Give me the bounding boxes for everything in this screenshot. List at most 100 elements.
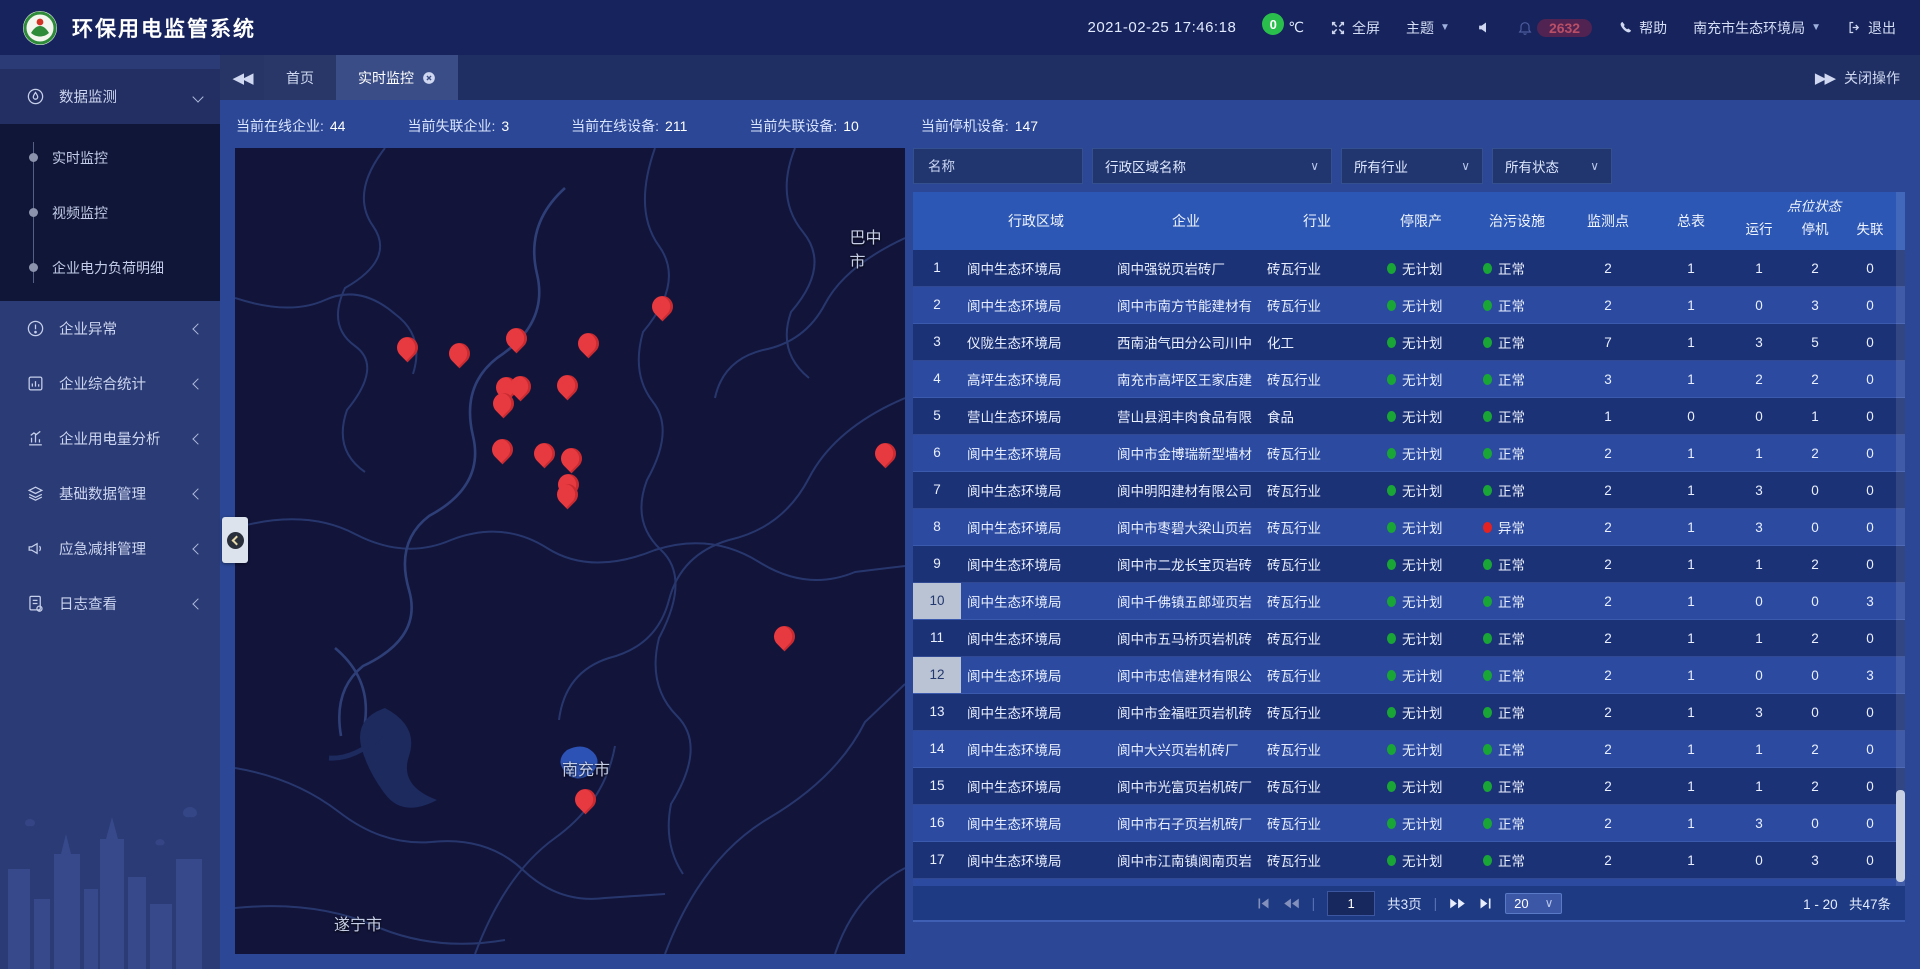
last-page-button[interactable] xyxy=(1478,897,1493,910)
table-row[interactable]: 4高坪生态环境局南充市高坪区王家店建砖瓦行业无计划正常31220 xyxy=(913,361,1905,398)
sidebar-item-0[interactable]: 数据监测 xyxy=(0,69,220,124)
page-size-select[interactable]: 20 ∨ xyxy=(1505,893,1562,914)
table-row[interactable]: 7阆中生态环境局阆中明阳建材有限公司砖瓦行业无计划正常21300 xyxy=(913,472,1905,509)
tabs-scroll-left-button[interactable]: ◀◀ xyxy=(220,55,264,100)
cell-monitor-count: 2 xyxy=(1565,779,1651,794)
stop-status-label: 无计划 xyxy=(1402,702,1443,722)
theme-dropdown[interactable]: 主题 ▼ xyxy=(1406,18,1450,38)
table-row[interactable]: 9阆中生态环境局阆中市二龙长宝页岩砖砖瓦行业无计划正常21120 xyxy=(913,546,1905,583)
name-search-input[interactable] xyxy=(926,158,1070,175)
sidebar-subitem-1[interactable]: 视频监控 xyxy=(0,185,220,240)
sidebar-item-2[interactable]: 企业综合统计 xyxy=(0,356,220,411)
cell-stop-status: 无计划 xyxy=(1373,480,1469,500)
cell-monitor-count: 2 xyxy=(1565,446,1651,461)
stat-label: 当前失联企业: xyxy=(407,118,495,134)
stat-value: 44 xyxy=(330,118,346,134)
next-page-icon xyxy=(1449,897,1466,910)
next-page-button[interactable] xyxy=(1449,897,1466,910)
sidebar-item-5[interactable]: 应急减排管理 xyxy=(0,521,220,576)
cell-company: 西南油气田分公司川中 xyxy=(1111,332,1261,352)
cell-stop-status: 无计划 xyxy=(1373,295,1469,315)
cell-company: 阆中市二龙长宝页岩砖 xyxy=(1111,554,1261,574)
stat-item-3: 当前失联设备:10 xyxy=(749,116,858,136)
cell-halt-count: 2 xyxy=(1787,631,1843,646)
cell-monitor-count: 2 xyxy=(1565,668,1651,683)
cell-total-meter: 1 xyxy=(1651,742,1731,757)
notifications-button[interactable]: 2632 xyxy=(1517,19,1592,37)
help-button[interactable]: 帮助 xyxy=(1618,18,1667,38)
cell-monitor-count: 7 xyxy=(1565,335,1651,350)
name-search-field[interactable] xyxy=(913,148,1083,184)
cell-run-count: 1 xyxy=(1731,742,1787,757)
stop-status-label: 无计划 xyxy=(1402,813,1443,833)
tab-realtime-monitor[interactable]: 实时监控 xyxy=(336,55,458,100)
facility-status-label: 正常 xyxy=(1498,295,1525,315)
tab-close-icon[interactable] xyxy=(422,71,436,85)
cell-company: 阆中市金博瑞新型墙材 xyxy=(1111,443,1261,463)
table-row[interactable]: 14阆中生态环境局阆中大兴页岩机砖厂砖瓦行业无计划正常21120 xyxy=(913,731,1905,768)
close-operations-button[interactable]: ▶▶ 关闭操作 xyxy=(1815,55,1920,100)
prev-page-button[interactable] xyxy=(1283,897,1300,910)
sidebar-item-6[interactable]: 日志查看 xyxy=(0,576,220,631)
cell-total-meter: 0 xyxy=(1651,409,1731,424)
table-row[interactable]: 1阆中生态环境局阆中强锐页岩砖厂砖瓦行业无计划正常21120 xyxy=(913,250,1905,287)
cell-region: 阆中生态环境局 xyxy=(961,739,1111,759)
sidebar-item-4[interactable]: 基础数据管理 xyxy=(0,466,220,521)
table-row[interactable]: 10阆中生态环境局阆中千佛镇五郎垭页岩砖瓦行业无计划正常21003 xyxy=(913,583,1905,620)
row-index: 6 xyxy=(913,435,961,471)
org-dropdown[interactable]: 南充市生态环境局 ▼ xyxy=(1693,18,1821,38)
table-row[interactable]: 16阆中生态环境局阆中市石子页岩机砖厂砖瓦行业无计划正常21300 xyxy=(913,805,1905,842)
cell-region: 阆中生态环境局 xyxy=(961,480,1111,500)
cell-monitor-count: 1 xyxy=(1565,409,1651,424)
industry-select[interactable]: 所有行业 ∨ xyxy=(1341,148,1483,184)
chevron-down-icon: ▼ xyxy=(1440,22,1450,33)
table-scrollbar-thumb[interactable] xyxy=(1896,790,1905,882)
table-row[interactable]: 5营山生态环境局营山县润丰肉食品有限食品无计划正常10010 xyxy=(913,398,1905,435)
cell-halt-count: 5 xyxy=(1787,335,1843,350)
sidebar-subitem-0[interactable]: 实时监控 xyxy=(0,130,220,185)
table-body: 1阆中生态环境局阆中强锐页岩砖厂砖瓦行业无计划正常211202阆中生态环境局阆中… xyxy=(913,250,1905,888)
table-row[interactable]: 15阆中生态环境局阆中市光富页岩机砖厂砖瓦行业无计划正常21120 xyxy=(913,768,1905,805)
industry-select-value: 所有行业 xyxy=(1354,156,1408,176)
page-number-input[interactable] xyxy=(1327,891,1375,916)
sidebar-collapse-handle[interactable] xyxy=(222,517,248,563)
stop-status-label: 无计划 xyxy=(1402,517,1443,537)
bullet-dot-icon xyxy=(29,153,38,162)
region-select[interactable]: 行政区域名称 ∨ xyxy=(1092,148,1332,184)
table-row[interactable]: 11阆中生态环境局阆中市五马桥页岩机砖砖瓦行业无计划正常21120 xyxy=(913,620,1905,657)
sidebar-item-1[interactable]: 企业异常 xyxy=(0,301,220,356)
cell-region: 阆中生态环境局 xyxy=(961,776,1111,796)
cell-facility-status: 正常 xyxy=(1469,702,1565,722)
table-row[interactable]: 13阆中生态环境局阆中市金福旺页岩机砖砖瓦行业无计划正常21300 xyxy=(913,694,1905,731)
chevron-down-icon: ▼ xyxy=(1811,22,1821,33)
table-row[interactable]: 6阆中生态环境局阆中市金博瑞新型墙材砖瓦行业无计划正常21120 xyxy=(913,435,1905,472)
cell-industry: 食品 xyxy=(1261,406,1373,426)
table-row[interactable]: 3仪陇生态环境局西南油气田分公司川中化工无计划正常71350 xyxy=(913,324,1905,361)
sidebar-subitem-2[interactable]: 企业电力负荷明细 xyxy=(0,240,220,295)
fullscreen-button[interactable]: 全屏 xyxy=(1330,18,1380,38)
last-page-icon xyxy=(1478,897,1493,910)
table-scrollbar[interactable] xyxy=(1896,192,1905,888)
status-select[interactable]: 所有状态 ∨ xyxy=(1492,148,1612,184)
cell-company: 阆中市忠信建材有限公 xyxy=(1111,665,1261,685)
cell-monitor-count: 2 xyxy=(1565,557,1651,572)
mute-button[interactable] xyxy=(1476,20,1491,35)
sidebar-subitem-label: 企业电力负荷明细 xyxy=(52,258,164,278)
cell-total-meter: 1 xyxy=(1651,372,1731,387)
table-row[interactable]: 8阆中生态环境局阆中市枣碧大梁山页岩砖瓦行业无计划异常21300 xyxy=(913,509,1905,546)
green-dot-icon xyxy=(1387,707,1396,718)
cell-company: 阆中大兴页岩机砖厂 xyxy=(1111,739,1261,759)
table-row[interactable]: 2阆中生态环境局阆中市南方节能建材有砖瓦行业无计划正常21030 xyxy=(913,287,1905,324)
facility-status-label: 正常 xyxy=(1498,554,1525,574)
map-panel[interactable]: 巴中市南充市遂宁市 xyxy=(235,148,905,954)
sidebar-item-3[interactable]: 企业用电量分析 xyxy=(0,411,220,466)
table-row[interactable]: 12阆中生态环境局阆中市忠信建材有限公砖瓦行业无计划正常21003 xyxy=(913,657,1905,694)
row-index: 8 xyxy=(913,509,961,545)
cell-lost-count: 0 xyxy=(1843,779,1897,794)
first-page-button[interactable] xyxy=(1256,897,1271,910)
cell-lost-count: 3 xyxy=(1843,668,1897,683)
tab-home[interactable]: 首页 xyxy=(264,55,336,100)
logout-button[interactable]: 退出 xyxy=(1847,18,1896,38)
table-row[interactable]: 17阆中生态环境局阆中市江南镇阆南页岩砖瓦行业无计划正常21030 xyxy=(913,842,1905,879)
app-root: 环保用电监管系统 2021-02-25 17:46:18 0 ℃ 全屏 主题 ▼ xyxy=(0,0,1920,969)
